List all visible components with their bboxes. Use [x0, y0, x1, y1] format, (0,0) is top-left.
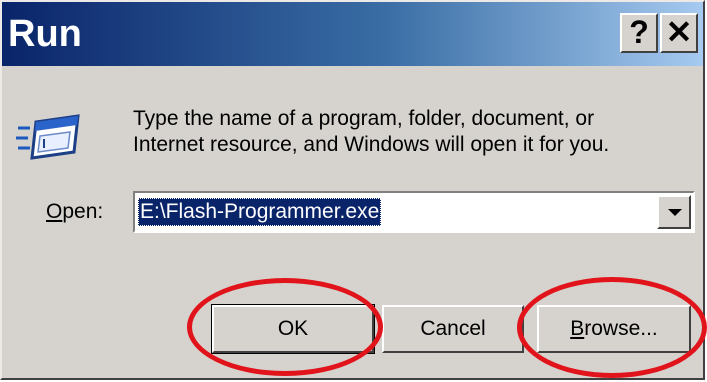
browse-accelerator: B — [570, 317, 585, 340]
title-bar[interactable]: Run ? ✕ — [2, 2, 703, 66]
cancel-button[interactable]: Cancel — [382, 305, 524, 353]
description-line-1: Type the name of a program, folder, docu… — [133, 107, 595, 130]
help-button[interactable]: ? — [620, 13, 658, 53]
dialog-description: Type the name of a program, folder, docu… — [133, 106, 693, 158]
browse-label-rest: rowse... — [584, 317, 658, 340]
close-button[interactable]: ✕ — [660, 13, 698, 53]
open-input-value[interactable]: E:\Flash-Programmer.exe — [138, 198, 382, 226]
run-dialog: Run ? ✕ Type the name of a program, fold… — [0, 0, 705, 380]
open-label-accelerator: O — [46, 200, 63, 223]
ok-button[interactable]: OK — [211, 304, 375, 354]
chevron-down-icon[interactable] — [657, 195, 691, 229]
open-label: Open: — [46, 200, 103, 224]
window-title: Run — [8, 13, 82, 55]
description-line-2: Internet resource, and Windows will open… — [133, 133, 610, 156]
browse-button[interactable]: Browse... — [537, 305, 691, 353]
run-program-icon — [16, 114, 80, 160]
open-label-rest: pen: — [62, 200, 104, 223]
open-combobox[interactable]: E:\Flash-Programmer.exe — [133, 191, 695, 233]
